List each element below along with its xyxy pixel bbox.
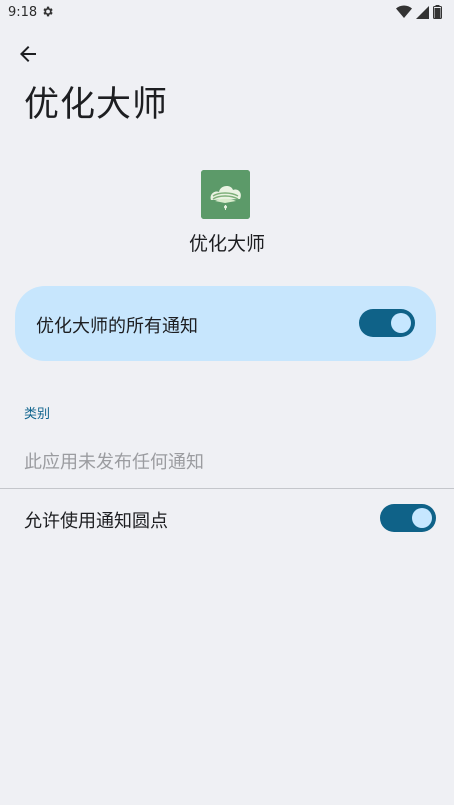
categories-section-label: 类别 (24, 407, 51, 422)
all-notifications-toggle-row[interactable]: 优化大师的所有通知 (15, 286, 436, 361)
notification-dot-switch[interactable] (380, 504, 436, 532)
notification-dot-label: 允许使用通知圆点 (24, 511, 168, 532)
arrow-back-icon[interactable] (16, 42, 40, 66)
switch-thumb (391, 313, 411, 333)
notification-dot-toggle-row[interactable]: 允许使用通知圆点 (0, 489, 454, 547)
battery-icon (433, 5, 442, 19)
app-icon (201, 170, 250, 219)
app-name: 优化大师 (188, 233, 265, 255)
wifi-icon (396, 5, 412, 18)
cell-signal-icon (416, 5, 429, 19)
status-bar: 9:18 (0, 0, 454, 26)
app-notification-settings-screen: 9:18 优化大师 优化大师 优化大师的所有通知 类别 此应用未发布任何通知 允… (0, 0, 454, 805)
page-title: 优化大师 (24, 85, 169, 125)
all-notifications-switch[interactable] (359, 309, 415, 337)
all-notifications-label: 优化大师的所有通知 (36, 316, 198, 337)
cloud-logo-icon (201, 170, 250, 219)
no-categories-message: 此应用未发布任何通知 (24, 452, 204, 473)
system-icons (396, 5, 442, 19)
switch-thumb (412, 508, 432, 528)
settings-gear-icon (43, 6, 53, 17)
status-time: 9:18 (8, 5, 38, 20)
